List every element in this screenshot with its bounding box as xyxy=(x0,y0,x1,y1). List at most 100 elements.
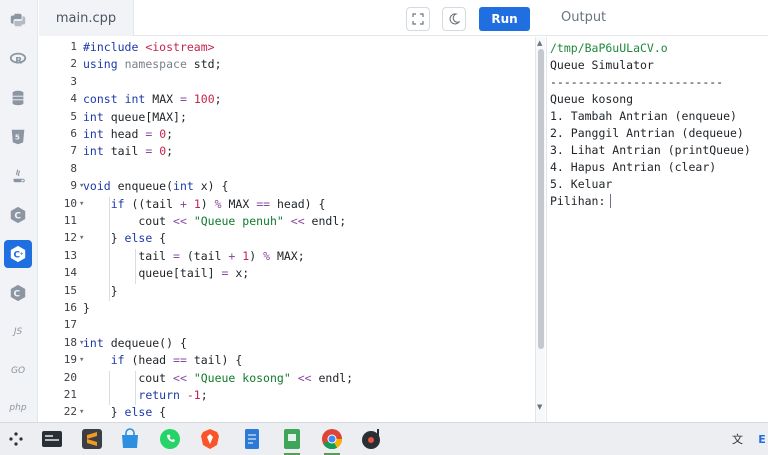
indent-guide xyxy=(109,370,110,406)
svg-text:5: 5 xyxy=(15,133,20,142)
code-line[interactable]: const int MAX = 100; xyxy=(83,92,222,106)
run-button[interactable]: Run xyxy=(479,7,530,31)
chrome-icon[interactable] xyxy=(320,427,344,451)
line-number: 7 xyxy=(70,144,77,158)
go-label: GO xyxy=(10,366,26,376)
line-number: 1 xyxy=(70,40,77,53)
sublime-text-icon[interactable] xyxy=(80,427,104,451)
c-icon[interactable]: C xyxy=(4,201,32,229)
code-line[interactable]: queue[tail] = x; xyxy=(83,266,249,280)
editor-header: main.cpp Run Output xyxy=(39,0,768,36)
code-line[interactable]: void enqueue(int x) { xyxy=(83,179,228,193)
python-icon[interactable] xyxy=(4,6,32,34)
code-line[interactable]: if (head == tail) { xyxy=(83,353,243,367)
output-line: 2. Panggil Antrian (dequeue) xyxy=(550,126,744,140)
line-number: 18 xyxy=(63,335,77,349)
scroll-down-arrow[interactable]: ▼ xyxy=(537,403,542,411)
svg-text:⽂: ⽂ xyxy=(732,432,743,446)
output-line: 1. Tambah Antrian (enqueue) xyxy=(550,109,737,123)
java-icon[interactable] xyxy=(4,162,32,190)
svg-text:C: C xyxy=(14,290,21,300)
file-tab[interactable]: main.cpp xyxy=(39,0,134,36)
taskbar: ⽂ E xyxy=(0,422,768,455)
code-line[interactable]: cout << "Queue penuh" << endl; xyxy=(83,214,346,228)
html5-icon[interactable]: 5 xyxy=(4,123,32,151)
line-number: 12 xyxy=(63,231,77,245)
csharp-icon[interactable]: C xyxy=(4,279,32,307)
php-label: php xyxy=(9,403,27,413)
r-icon[interactable]: R xyxy=(4,45,32,73)
line-number: 14 xyxy=(63,266,77,280)
line-number: 2 xyxy=(70,57,77,71)
apps-grid-icon[interactable] xyxy=(4,427,28,451)
line-number: 8 xyxy=(70,161,77,175)
indent-guide xyxy=(135,370,136,406)
code-line[interactable]: if ((tail + 1) % MAX == head) { xyxy=(83,197,326,211)
database-icon[interactable] xyxy=(4,84,32,112)
line-number: 11 xyxy=(63,214,77,227)
js-icon[interactable]: JS xyxy=(4,318,32,346)
js-label: JS xyxy=(13,327,23,337)
php-icon[interactable]: php xyxy=(4,394,32,422)
line-number: 21 xyxy=(63,388,77,401)
svg-text:+: + xyxy=(20,251,24,257)
dark-mode-icon[interactable] xyxy=(442,7,466,31)
code-line[interactable]: int tail = 0; xyxy=(83,144,173,158)
language-sidebar: R 5 C C + C JS GO php xyxy=(0,0,38,422)
code-line[interactable]: int queue[MAX]; xyxy=(83,110,187,124)
tray-label[interactable]: E xyxy=(756,427,768,451)
line-number: 16 xyxy=(63,301,77,314)
line-number: 5 xyxy=(70,109,77,123)
line-number: 6 xyxy=(70,127,77,140)
terminal-icon[interactable] xyxy=(40,427,64,451)
scroll-thumb[interactable] xyxy=(538,49,544,349)
line-number: 3 xyxy=(70,74,77,88)
code-line[interactable]: } xyxy=(83,284,118,298)
accessibility-icon[interactable]: ⽂ xyxy=(730,427,752,451)
line-number: 19 xyxy=(63,353,77,367)
code-line[interactable]: using namespace std; xyxy=(83,57,222,71)
line-number: 10 xyxy=(63,196,77,210)
go-icon[interactable]: GO xyxy=(4,357,32,385)
code-line[interactable]: tail = (tail + 1) % MAX; xyxy=(83,249,304,263)
output-prompt[interactable]: Pilihan: xyxy=(550,194,612,208)
music-player-icon[interactable] xyxy=(360,427,384,451)
output-title: Output xyxy=(561,10,607,25)
line-number: 22 xyxy=(63,405,77,419)
code-line[interactable]: return -1; xyxy=(83,388,207,402)
line-number: 13 xyxy=(63,248,77,262)
brave-icon[interactable] xyxy=(198,427,222,451)
fullscreen-icon[interactable] xyxy=(406,7,430,31)
text-cursor xyxy=(610,194,611,208)
output-path: /tmp/BaP6uULaCV.o xyxy=(550,41,668,55)
notes-icon[interactable] xyxy=(240,427,264,451)
indent-guide xyxy=(135,248,136,284)
output-panel[interactable]: /tmp/BaP6uULaCV.o Queue Simulator ------… xyxy=(546,37,768,422)
cpp-icon[interactable]: C + xyxy=(4,240,32,268)
store-icon[interactable] xyxy=(118,427,142,451)
output-line: 5. Keluar xyxy=(550,177,613,191)
svg-text:C: C xyxy=(14,212,21,222)
scroll-up-arrow[interactable]: ▲ xyxy=(537,39,542,47)
line-number: 4 xyxy=(70,92,77,106)
output-line: 4. Hapus Antrian (clear) xyxy=(550,160,717,174)
code-editor[interactable]: 1 #include <iostream> 2 using namespace std… xyxy=(39,37,535,422)
code-line[interactable]: int dequeue() { xyxy=(83,336,187,350)
code-line[interactable]: } else { xyxy=(83,405,166,419)
output-line: Queue Simulator xyxy=(550,58,654,72)
output-line: ------------------------- xyxy=(550,75,724,89)
code-line[interactable]: cout << "Queue kosong" << endl; xyxy=(83,371,353,385)
svg-text:R: R xyxy=(15,57,22,67)
code-line[interactable]: int head = 0; xyxy=(83,127,173,141)
whatsapp-icon[interactable] xyxy=(158,427,182,451)
line-number: 15 xyxy=(63,283,77,297)
line-number: 20 xyxy=(63,370,77,384)
code-line[interactable]: #include <iostream> xyxy=(83,40,215,54)
line-number: 17 xyxy=(63,318,77,332)
line-number: 9 xyxy=(70,179,77,193)
indent-guide xyxy=(109,196,110,301)
code-line[interactable]: } else { xyxy=(83,231,166,245)
editor-scrollbar[interactable]: ▲ ▼ xyxy=(535,37,545,422)
code-line[interactable]: } xyxy=(83,301,90,315)
evernote-icon[interactable] xyxy=(280,427,304,451)
